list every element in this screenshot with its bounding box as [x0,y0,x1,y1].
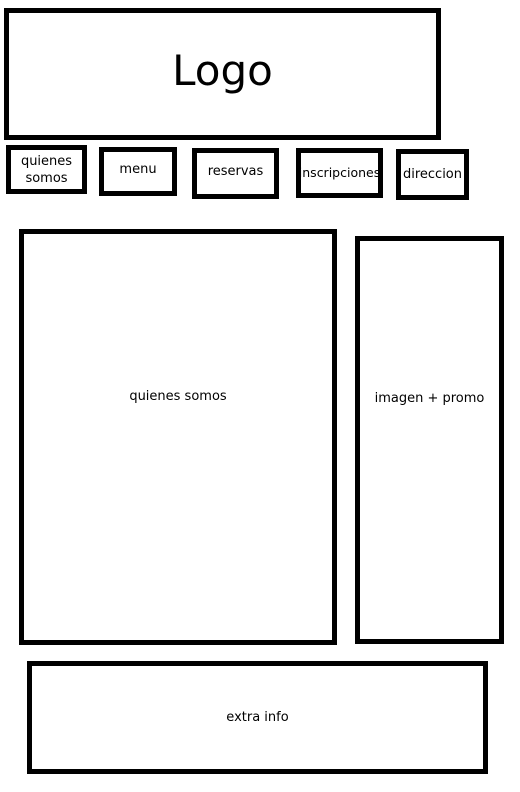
nav-item-label: quienes somos [21,153,72,187]
footer-placeholder: extra info [27,661,488,774]
nav-item-menu[interactable]: menu [99,147,177,196]
nav-item-reservas[interactable]: reservas [192,148,279,199]
logo-placeholder: Logo [4,8,441,140]
nav-item-label-line1: quienes [20,153,73,169]
nav-item-label: inscripciones [298,165,381,180]
sidebar-promo-label: imagen + promo [374,391,485,406]
main-content-label: quienes somos [129,389,227,404]
main-content-placeholder: quienes somos [19,229,337,645]
logo-label: Logo [172,46,273,95]
footer-label: extra info [226,710,289,725]
nav-item-label: reservas [207,164,264,179]
nav-item-direccion[interactable]: direccion [396,149,469,200]
nav-item-quienes-somos[interactable]: quienes somos [6,145,87,194]
nav-item-label-line2: somos [25,170,68,186]
nav-item-label: menu [119,162,157,177]
nav-item-inscripciones[interactable]: inscripciones [296,148,383,198]
nav-item-label: direccion [402,167,463,182]
sidebar-promo-placeholder: imagen + promo [355,236,504,644]
